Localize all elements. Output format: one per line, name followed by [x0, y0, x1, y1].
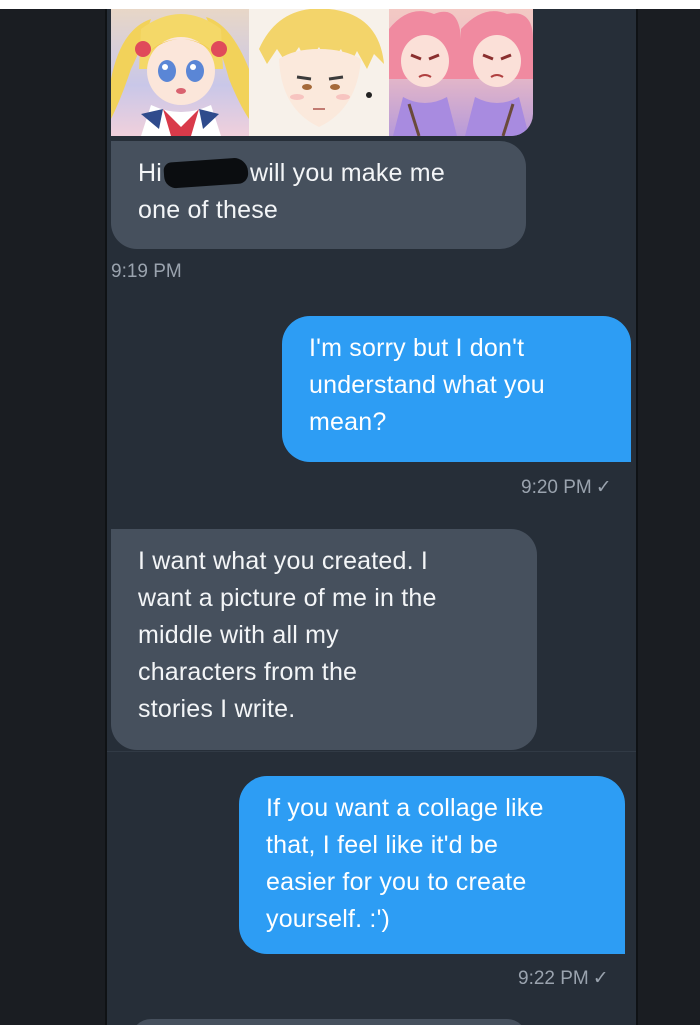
message-timestamp: 9:22 PM ✓ [518, 967, 609, 990]
message-line: yourself. :') [266, 905, 391, 933]
message-line: If you want a collage like [266, 794, 544, 822]
message-timestamp: 9:19 PM [111, 261, 182, 282]
message-line: I want what you created. I [138, 547, 429, 575]
top-edge [0, 0, 700, 9]
message-line: that, I feel like it'd be [266, 831, 499, 859]
message-line: middle with all my [138, 621, 339, 649]
outgoing-message-4[interactable]: If you want a collage like that, I feel … [239, 776, 625, 954]
message-line: stories I write. [138, 695, 296, 723]
message-text: one of these [138, 196, 279, 224]
message-line: mean? [309, 408, 387, 436]
message-text: Hi [138, 159, 163, 187]
incoming-message-3[interactable]: I want what you created. I want a pictur… [111, 529, 537, 750]
anime-girl-illustration [111, 14, 249, 136]
delivered-check-icon: ✓ [595, 477, 612, 498]
timestamp-text: 9:22 PM [518, 968, 589, 989]
redacted-name [163, 157, 249, 189]
message-line: easier for you to create [266, 868, 527, 896]
screenshot-frame: Hi will you make me one of these 9:19 PM … [0, 0, 700, 1025]
anime-boy-illustration [259, 9, 384, 127]
message-line: I'm sorry but I don't [309, 334, 525, 362]
message-line: want a picture of me in the [138, 584, 437, 612]
next-message-peek [131, 1019, 527, 1025]
right-margin [638, 9, 700, 1025]
anime-boy-panel [249, 9, 389, 136]
message-line: understand what you [309, 371, 545, 399]
image-attachment[interactable] [111, 9, 533, 136]
anime-girl-panel [111, 9, 249, 136]
outgoing-message-2[interactable]: I'm sorry but I don't understand what yo… [282, 316, 631, 462]
message-line: characters from the [138, 658, 358, 686]
incoming-message-1[interactable]: Hi will you make me one of these [111, 141, 526, 249]
section-divider [107, 751, 636, 752]
left-margin [0, 9, 105, 1025]
timestamp-text: 9:20 PM [521, 477, 592, 498]
chat-thread[interactable]: Hi will you make me one of these 9:19 PM … [105, 9, 638, 1025]
message-timestamp: 9:20 PM ✓ [521, 476, 612, 499]
delivered-check-icon: ✓ [592, 968, 609, 989]
anime-twins-panel [389, 9, 533, 136]
anime-twins-illustration [389, 11, 533, 136]
message-text: will you make me [250, 159, 445, 187]
